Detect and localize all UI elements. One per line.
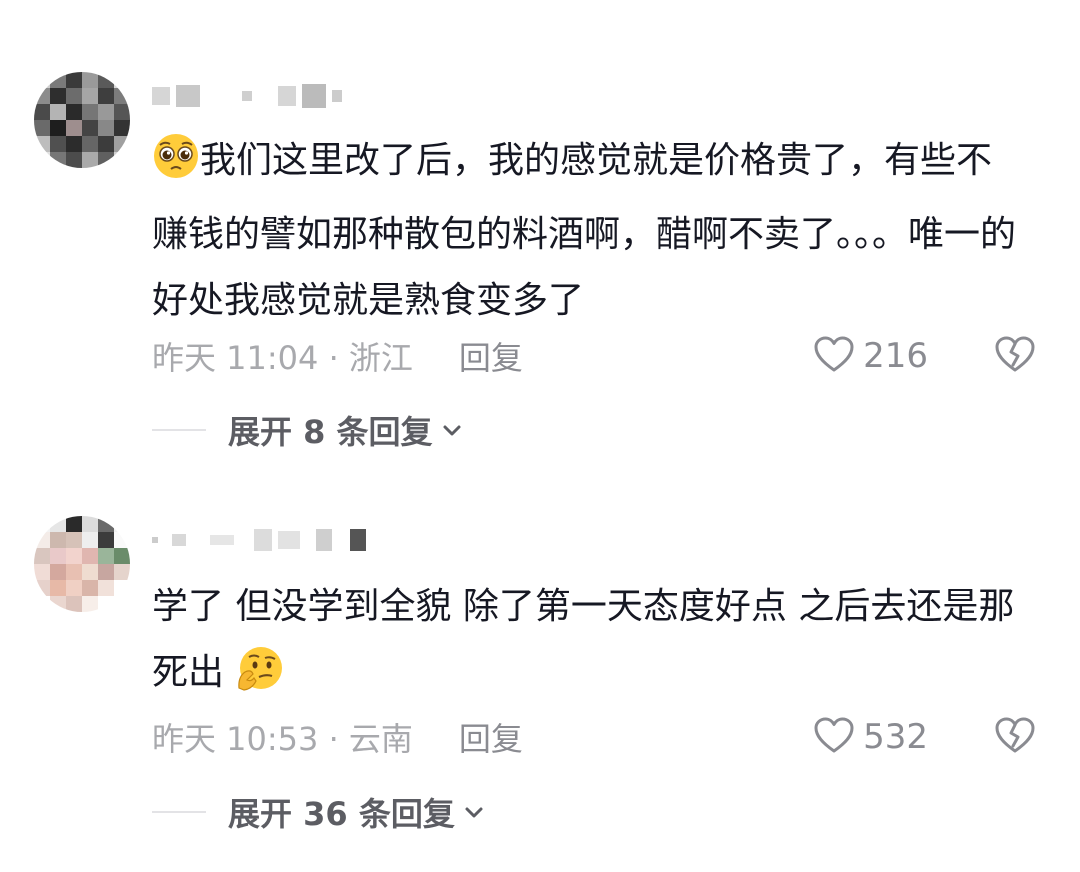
- dislike-button[interactable]: [994, 335, 1036, 377]
- like-count: 216: [863, 336, 928, 376]
- comment-meta: 昨天 11:04 · 浙江 回复 216: [152, 333, 1040, 379]
- expand-replies-label[interactable]: 展开 8 条回复: [228, 407, 433, 453]
- broken-heart-icon[interactable]: [994, 716, 1036, 758]
- chevron-down-icon[interactable]: [441, 419, 463, 441]
- reply-button[interactable]: 回复: [459, 333, 523, 379]
- thinking-face-emoji: [235, 644, 283, 714]
- time-location: 昨天 10:53 · 云南: [152, 720, 413, 758]
- heart-icon[interactable]: [813, 335, 855, 377]
- avatar[interactable]: [34, 516, 130, 612]
- like-button[interactable]: 532: [813, 716, 928, 758]
- username-blurred[interactable]: [152, 82, 342, 110]
- time-location: 昨天 11:04 · 浙江: [152, 339, 413, 377]
- like-button[interactable]: 216: [813, 335, 928, 377]
- chevron-down-icon[interactable]: [463, 801, 485, 823]
- expand-replies-button[interactable]: 展开 8 条回复: [152, 407, 463, 453]
- divider-line: [152, 811, 206, 813]
- comment-text-body: 我们这里改了后，我的感觉就是价格贵了，有些不赚钱的譬如那种散包的料酒啊，醋啊不卖…: [152, 140, 1017, 321]
- comment-meta: 昨天 10:53 · 云南 回复 532: [152, 714, 1040, 760]
- reply-button[interactable]: 回复: [459, 714, 523, 760]
- expand-replies-button[interactable]: 展开 36 条回复: [152, 789, 485, 835]
- pleading-face-emoji: [152, 132, 200, 202]
- like-count: 532: [863, 717, 928, 757]
- expand-replies-label[interactable]: 展开 36 条回复: [228, 789, 455, 835]
- avatar[interactable]: [34, 72, 130, 168]
- divider-line: [152, 429, 206, 431]
- dislike-button[interactable]: [994, 716, 1036, 758]
- comment-text: 学了 但没学到全貌 除了第一天态度好点 之后去还是那死出: [152, 574, 1022, 714]
- username-blurred[interactable]: [152, 526, 366, 554]
- heart-icon[interactable]: [813, 716, 855, 758]
- broken-heart-icon[interactable]: [994, 335, 1036, 377]
- comment-text: 我们这里改了后，我的感觉就是价格贵了，有些不赚钱的譬如那种散包的料酒啊，醋啊不卖…: [152, 128, 1022, 334]
